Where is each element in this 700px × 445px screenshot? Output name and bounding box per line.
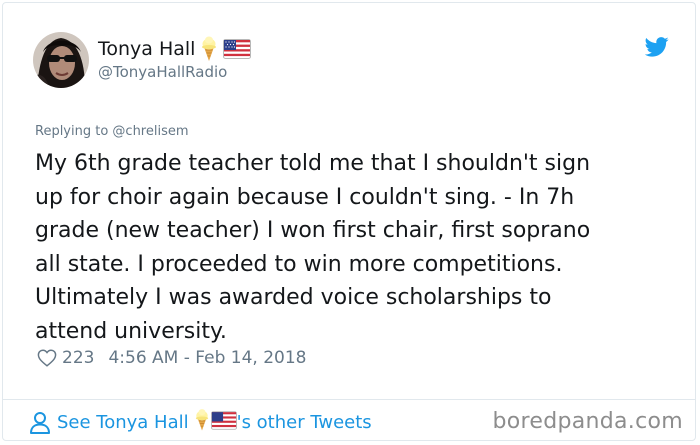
avatar[interactable] — [33, 32, 89, 88]
author-display-name[interactable]: Tonya Hall — [98, 37, 195, 61]
tweet-card: Tonya Hall @TonyaHallRadio Replying to @… — [2, 2, 696, 441]
footer-divider — [3, 399, 695, 400]
watermark: boredpanda.com — [492, 409, 683, 434]
author-handle[interactable]: @TonyaHallRadio — [98, 63, 227, 81]
see-other-tweets-suffix: 's other Tweets — [236, 412, 372, 433]
person-icon — [30, 411, 50, 434]
see-other-tweets-prefix: See Tonya Hall — [57, 412, 189, 433]
tweet-text: My 6th grade teacher told me that I shou… — [35, 151, 591, 344]
replying-to-label: Replying to @chrelisem — [35, 124, 189, 139]
see-other-tweets-link[interactable]: See Tonya Hall 's other Tweets — [29, 408, 372, 437]
twitter-bird-icon[interactable] — [644, 37, 669, 57]
tweet-meta-row: 223 4:56 AM - Feb 14, 2018 — [37, 348, 306, 368]
tweet-timestamp[interactable]: 4:56 AM - Feb 14, 2018 — [108, 348, 306, 368]
heart-icon[interactable] — [37, 349, 57, 367]
author-name-row: Tonya Hall — [98, 36, 252, 62]
ice-cream-icon — [201, 36, 217, 62]
avatar-image — [33, 32, 89, 88]
us-flag-icon — [210, 410, 237, 435]
ice-cream-icon — [195, 408, 209, 437]
like-count[interactable]: 223 — [62, 348, 94, 368]
us-flag-icon — [223, 39, 252, 59]
